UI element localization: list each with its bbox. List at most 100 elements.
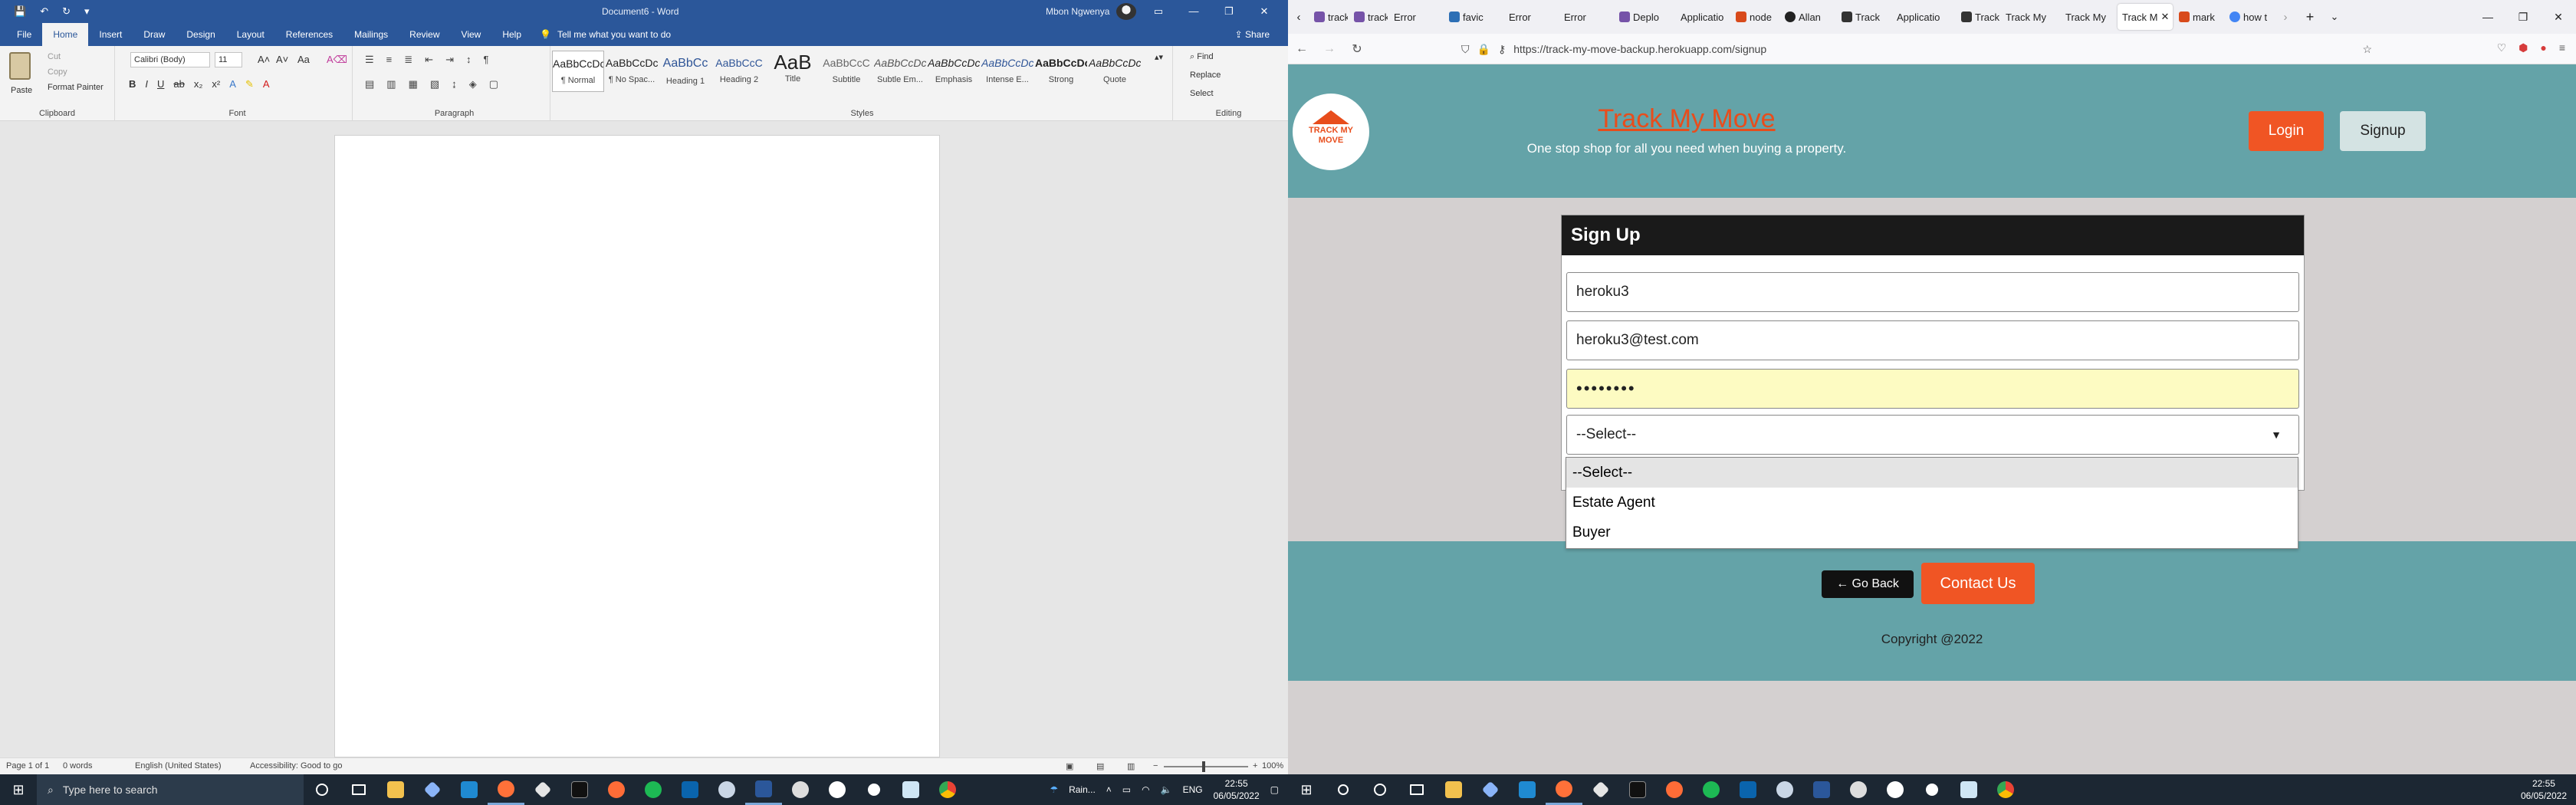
permissions-icon[interactable]: ⚷ [1498,43,1506,56]
style-heading-1[interactable]: AaBbCc Heading 1 [659,51,711,92]
cortana-icon[interactable] [304,774,340,805]
align-center-icon[interactable]: ▥ [386,78,396,90]
style-normal[interactable]: AaBbCcDc ¶ Normal [552,51,604,92]
firefox-icon[interactable] [1546,774,1582,805]
clipchamp-icon[interactable] [1914,774,1950,805]
browser-tab[interactable]: Allan [1780,4,1835,30]
multilevel-list-icon[interactable]: ≣ [404,54,412,66]
format-painter-button[interactable]: Format Painter [48,83,104,92]
windows-start-icon[interactable]: ⊞ [1288,782,1325,798]
browser-tab[interactable]: Track [1837,4,1891,30]
clock[interactable]: 22:55 06/05/2022 [1214,777,1260,802]
numbering-icon[interactable]: ≡ [386,54,393,66]
find-button[interactable]: ⌕ Find [1190,52,1214,62]
language-indicator[interactable]: ENG [1183,784,1203,795]
tab-layout[interactable]: Layout [226,23,275,46]
file-explorer-icon[interactable] [1435,774,1472,805]
tab-home[interactable]: Home [42,23,89,46]
bullets-icon[interactable]: ☰ [365,54,374,66]
replace-button[interactable]: Replace [1190,71,1221,80]
browser-tab-active[interactable]: Track M ✕ [2118,4,2173,30]
zoom-thumb[interactable] [1202,761,1205,772]
chrome-icon[interactable] [1987,774,2024,805]
style-intense-emphasis[interactable]: AaBbCcDc Intense E... [981,51,1033,92]
italic-icon[interactable]: I [145,78,148,90]
browser-tab[interactable]: track [1349,4,1388,30]
vscode-icon[interactable] [1509,774,1546,805]
browser-tab[interactable]: mark [2174,4,2223,30]
browser-tab[interactable]: Error [1389,4,1443,30]
role-option-estate-agent[interactable]: Estate Agent [1566,488,2298,518]
browser-tab[interactable]: node [1731,4,1779,30]
tab-review[interactable]: Review [399,23,450,46]
pocket-icon[interactable]: ♡ [2497,41,2507,54]
clipchamp-icon[interactable] [856,774,892,805]
focus-icon[interactable]: ▣ [1066,761,1073,771]
settings-icon[interactable] [1840,774,1877,805]
browser-tab[interactable]: Deplo [1615,4,1674,30]
style-subtitle[interactable]: AaBbCcC Subtitle [820,51,872,92]
taskbar-search[interactable]: ⌕ Type here to search [37,774,304,805]
app-icon[interactable] [1472,774,1509,805]
role-option-select[interactable]: --Select-- [1566,458,2298,488]
cortana-icon[interactable] [1362,774,1398,805]
role-option-buyer[interactable]: Buyer [1566,518,2298,547]
clear-format-icon[interactable]: A⌫ [327,54,347,66]
signup-button[interactable]: Signup [2340,111,2426,151]
postman-icon[interactable] [598,774,635,805]
document-page[interactable] [334,135,940,757]
task-view-icon[interactable] [1398,774,1435,805]
network-icon[interactable]: ▭ [1122,784,1131,795]
new-tab-icon[interactable]: + [2297,9,2323,25]
avatar[interactable] [1116,3,1136,20]
style-no-spacing[interactable]: AaBbCcDc ¶ No Spac... [606,51,658,92]
shading-icon[interactable]: ◈ [469,78,477,90]
go-back-button[interactable]: ← Go Back [1822,570,1914,598]
paste-icon[interactable] [9,52,31,80]
terminal-icon[interactable] [561,774,598,805]
print-layout-icon[interactable]: ▤ [1096,761,1104,771]
font-color-icon[interactable]: A [263,78,270,90]
task-view-icon[interactable] [340,774,377,805]
select-button[interactable]: Select [1190,89,1214,98]
highlight-icon[interactable]: ✎ [245,78,254,90]
github-icon[interactable] [819,774,856,805]
close-icon[interactable]: ✕ [2541,0,2576,34]
paint-icon[interactable] [708,774,745,805]
outlook-icon[interactable] [1730,774,1766,805]
undo-icon[interactable]: ↶ [40,5,48,18]
user-name[interactable]: Mbon Ngwenya [1046,6,1109,17]
tell-me-box[interactable]: 💡 Tell me what you want to do [540,29,671,40]
grow-font-icon[interactable]: A˄ [258,54,270,65]
browser-tab[interactable]: Error [1559,4,1613,30]
copy-button[interactable]: Copy [48,67,67,77]
text-effects-icon[interactable]: A [229,78,236,90]
change-case-icon[interactable]: Aa [297,54,310,65]
minimize-icon[interactable]: — [2470,0,2505,34]
zoom-level[interactable]: 100% [1262,761,1283,770]
zoom-out-icon[interactable]: − [1153,761,1158,770]
spotify-icon[interactable] [1693,774,1730,805]
tab-view[interactable]: View [451,23,492,46]
decrease-indent-icon[interactable]: ⇤ [425,54,433,66]
volume-icon[interactable]: 🔈 [1161,784,1172,795]
list-all-tabs-icon[interactable]: ⌄ [2323,11,2346,23]
shield-icon[interactable]: ⛉ [1461,43,1470,56]
browser-tab[interactable]: Track My [2001,4,2059,30]
redo-icon[interactable]: ↻ [62,5,71,18]
style-quote[interactable]: AaBbCcDc Quote [1089,51,1141,92]
wifi-icon[interactable]: ◠ [1142,784,1149,795]
web-layout-icon[interactable]: ▥ [1127,761,1135,771]
search-icon[interactable] [1325,774,1362,805]
notepad-icon[interactable] [1950,774,1987,805]
rain-icon[interactable]: ☂ [1050,784,1058,795]
tab-design[interactable]: Design [176,23,225,46]
ribbon-display-icon[interactable]: ▭ [1141,0,1176,23]
windows-start-icon[interactable]: ⊞ [0,782,37,798]
maximize-icon[interactable]: ❐ [2505,0,2541,34]
tab-insert[interactable]: Insert [88,23,133,46]
save-icon[interactable]: 💾 [14,5,26,18]
increase-indent-icon[interactable]: ⇥ [445,54,454,66]
notepad-icon[interactable] [892,774,929,805]
superscript-icon[interactable]: x² [212,78,220,90]
